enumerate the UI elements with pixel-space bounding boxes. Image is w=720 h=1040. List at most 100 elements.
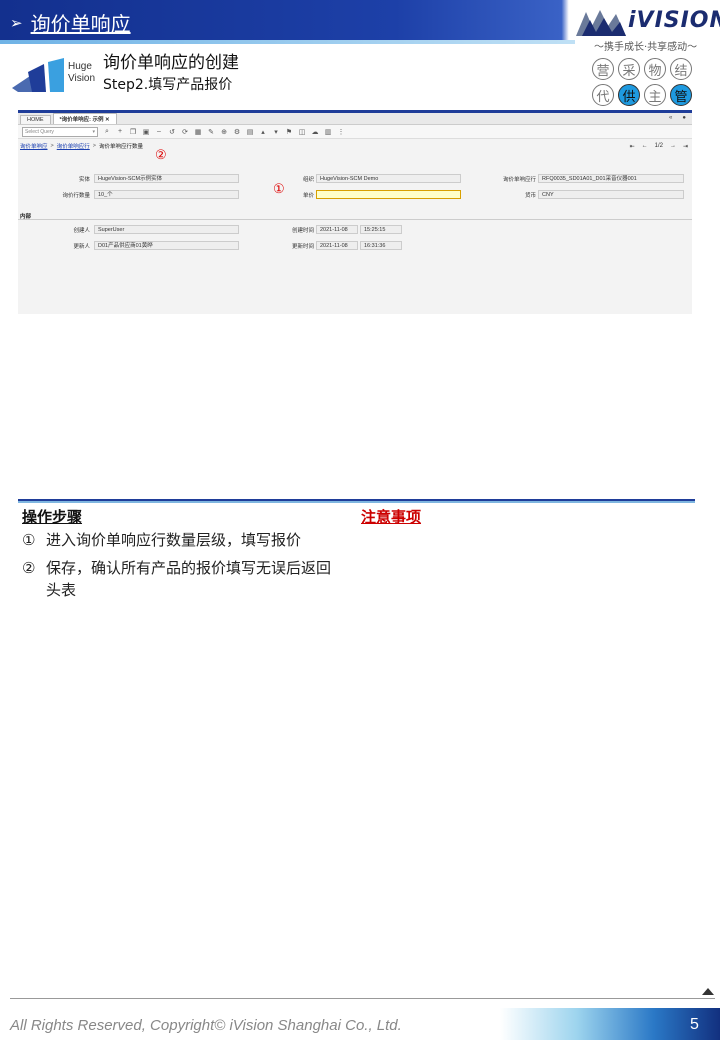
rfq-line-label: 询价单响应行 xyxy=(502,177,536,183)
logo-text-huge: Huge xyxy=(68,61,92,72)
refresh-icon[interactable]: ⟳ xyxy=(181,128,189,136)
delete-icon[interactable]: – xyxy=(155,128,163,135)
logo-text-vision: Vision xyxy=(68,73,96,84)
settings-icon[interactable]: ⚙ xyxy=(233,128,241,136)
breadcrumb-link-line[interactable]: 询价单响应行 xyxy=(57,142,90,150)
archive-icon[interactable]: ▥ xyxy=(324,128,332,136)
prev-record-icon[interactable]: ← xyxy=(642,143,648,150)
footer-gradient xyxy=(500,1008,720,1040)
created-time-field: 15:25:15 xyxy=(360,225,402,234)
undo-icon[interactable]: ↺ xyxy=(168,128,176,136)
record-form: 实体 HugeVision-SCM示例实体 组织 HugeVision-SCM … xyxy=(18,167,692,317)
callout-marker-2: ② xyxy=(155,147,167,162)
page-number: 5 xyxy=(690,1016,699,1033)
scroll-up-icon[interactable] xyxy=(702,988,714,995)
char-circle: 采 xyxy=(618,58,640,80)
section-divider xyxy=(18,499,695,503)
updated-time-field: 16:31:36 xyxy=(360,241,402,250)
last-record-icon[interactable]: ⇥ xyxy=(683,143,688,150)
slide-step-title: Step2.填写产品报价 xyxy=(103,77,233,93)
attach-icon[interactable]: ✎ xyxy=(207,128,215,136)
steps-heading: 操作步骤 xyxy=(22,508,83,526)
print-icon[interactable]: ▤ xyxy=(246,128,254,136)
breadcrumb-current: 询价单响应行数量 xyxy=(98,144,143,150)
grid-icon[interactable]: ▦ xyxy=(194,128,202,136)
up-icon[interactable]: ▴ xyxy=(259,128,267,136)
entity-field[interactable]: HugeVision-SCM示例实体 xyxy=(94,174,239,183)
callout-marker-1: ① xyxy=(273,181,285,196)
created-date-field: 2021-11-08 xyxy=(316,225,358,234)
updater-field: D01产品供应商01黄晔 xyxy=(94,241,239,250)
currency-label: 货币 xyxy=(524,193,536,199)
window-icon[interactable]: ◫ xyxy=(298,128,306,136)
page-title-text: 询价单响应 xyxy=(30,12,131,36)
footer-copyright: All Rights Reserved, Copyright© iVision … xyxy=(10,1017,402,1034)
slide-subtitle: 询价单响应的创建 xyxy=(103,53,239,73)
notes-heading: 注意事项 xyxy=(361,508,422,526)
step-number: ① xyxy=(22,531,36,549)
collapse-icon[interactable]: « xyxy=(669,115,672,121)
record-counter: 1/2 xyxy=(654,143,663,149)
copy-icon[interactable]: ❐ xyxy=(129,128,137,136)
select-query-placeholder: Select Query xyxy=(25,128,54,135)
updated-time-label: 更新时间 xyxy=(291,244,314,250)
breadcrumb-link-response[interactable]: 询价单响应 xyxy=(20,142,48,150)
title-underline xyxy=(0,40,575,44)
qty-field[interactable]: 10_个 xyxy=(94,190,239,199)
char-circle-active: 管 xyxy=(670,84,692,106)
updater-label: 更新人 xyxy=(73,244,90,250)
org-field[interactable]: HugeVision-SCM Demo xyxy=(316,174,461,183)
save-icon[interactable]: ▣ xyxy=(142,128,150,136)
close-icon[interactable]: ✕ xyxy=(105,117,110,123)
currency-field[interactable]: CNY xyxy=(538,190,684,199)
more-icon[interactable]: ⋮ xyxy=(337,128,345,136)
search-icon[interactable]: ⌕ xyxy=(103,128,111,136)
brand-name: iVISION xyxy=(628,8,720,33)
new-icon[interactable]: + xyxy=(116,128,124,135)
zoom-icon[interactable]: ⊕ xyxy=(220,128,228,136)
help-icon[interactable]: ● xyxy=(682,115,686,121)
creator-label: 创建人 xyxy=(73,228,90,234)
step-item: ② 保存，确认所有产品的报价填写无误后返回头表 xyxy=(22,557,341,601)
select-query-input[interactable]: Select Query ▾ xyxy=(22,126,98,137)
updated-date-field: 2021-11-08 xyxy=(316,241,358,250)
price-field[interactable] xyxy=(316,190,461,199)
app-tabs: HOME *询价单响应: 示例 ✕ «● xyxy=(18,113,692,125)
char-circle: 代 xyxy=(592,84,614,106)
char-circle-active: 供 xyxy=(618,84,640,106)
step-number: ② xyxy=(22,559,36,577)
ivision-mountain-icon xyxy=(576,10,626,36)
char-circle: 主 xyxy=(644,84,666,106)
tab-controls: «● xyxy=(669,115,686,121)
cloud-icon[interactable]: ☁ xyxy=(311,128,319,136)
next-record-icon[interactable]: → xyxy=(670,143,676,150)
ivision-logo: iVISION ～携手成长·共享感动～ xyxy=(576,4,720,53)
entity-label: 实体 xyxy=(78,177,90,183)
brand-slogan: ～携手成长·共享感动～ xyxy=(594,42,698,53)
tab-rfq-response[interactable]: *询价单响应: 示例 ✕ xyxy=(52,113,117,124)
app-screenshot: HOME *询价单响应: 示例 ✕ «● Select Query ▾ ⌕ + ❐… xyxy=(18,110,692,314)
char-circle: 结 xyxy=(670,58,692,80)
char-circle: 营 xyxy=(592,58,614,80)
record-pager: ⇤ ← 1/2 → ⇥ xyxy=(630,143,688,150)
module-char-grid: 营 采 物 结 代 供 主 管 xyxy=(592,58,696,106)
breadcrumb: 询价单响应 > 询价单响应行 > 询价单响应行数量 ⇤ ← 1/2 → ⇥ xyxy=(20,142,688,150)
arrow-icon: ➢ xyxy=(10,13,23,32)
first-record-icon[interactable]: ⇤ xyxy=(630,143,635,150)
creator-field: SuperUser xyxy=(94,225,239,234)
app-toolbar: Select Query ▾ ⌕ + ❐ ▣ – ↺ ⟳ ▦ ✎ ⊕ ⚙ ▤ ▴ … xyxy=(18,125,692,139)
tab-home[interactable]: HOME xyxy=(20,115,51,124)
char-circle: 物 xyxy=(644,58,666,80)
page-title: ➢ 询价单响应 xyxy=(10,8,131,37)
process-icon[interactable]: ⚑ xyxy=(285,128,293,136)
step-text: 进入询价单响应行数量层级，填写报价 xyxy=(46,531,302,549)
tab-label: *询价单响应: 示例 xyxy=(59,117,104,123)
step-item: ① 进入询价单响应行数量层级，填写报价 xyxy=(22,529,341,551)
chevron-down-icon: ▾ xyxy=(92,128,95,135)
step-text: 保存，确认所有产品的报价填写无误后返回头表 xyxy=(46,559,332,599)
footer-divider xyxy=(10,998,715,999)
qty-label: 询价行数量 xyxy=(62,193,90,199)
down-icon[interactable]: ▾ xyxy=(272,128,280,136)
rfq-line-field[interactable]: RFQ0035_SD01A01_D01采音仪器001 xyxy=(538,174,684,183)
internal-section[interactable]: 内部 xyxy=(18,212,692,220)
